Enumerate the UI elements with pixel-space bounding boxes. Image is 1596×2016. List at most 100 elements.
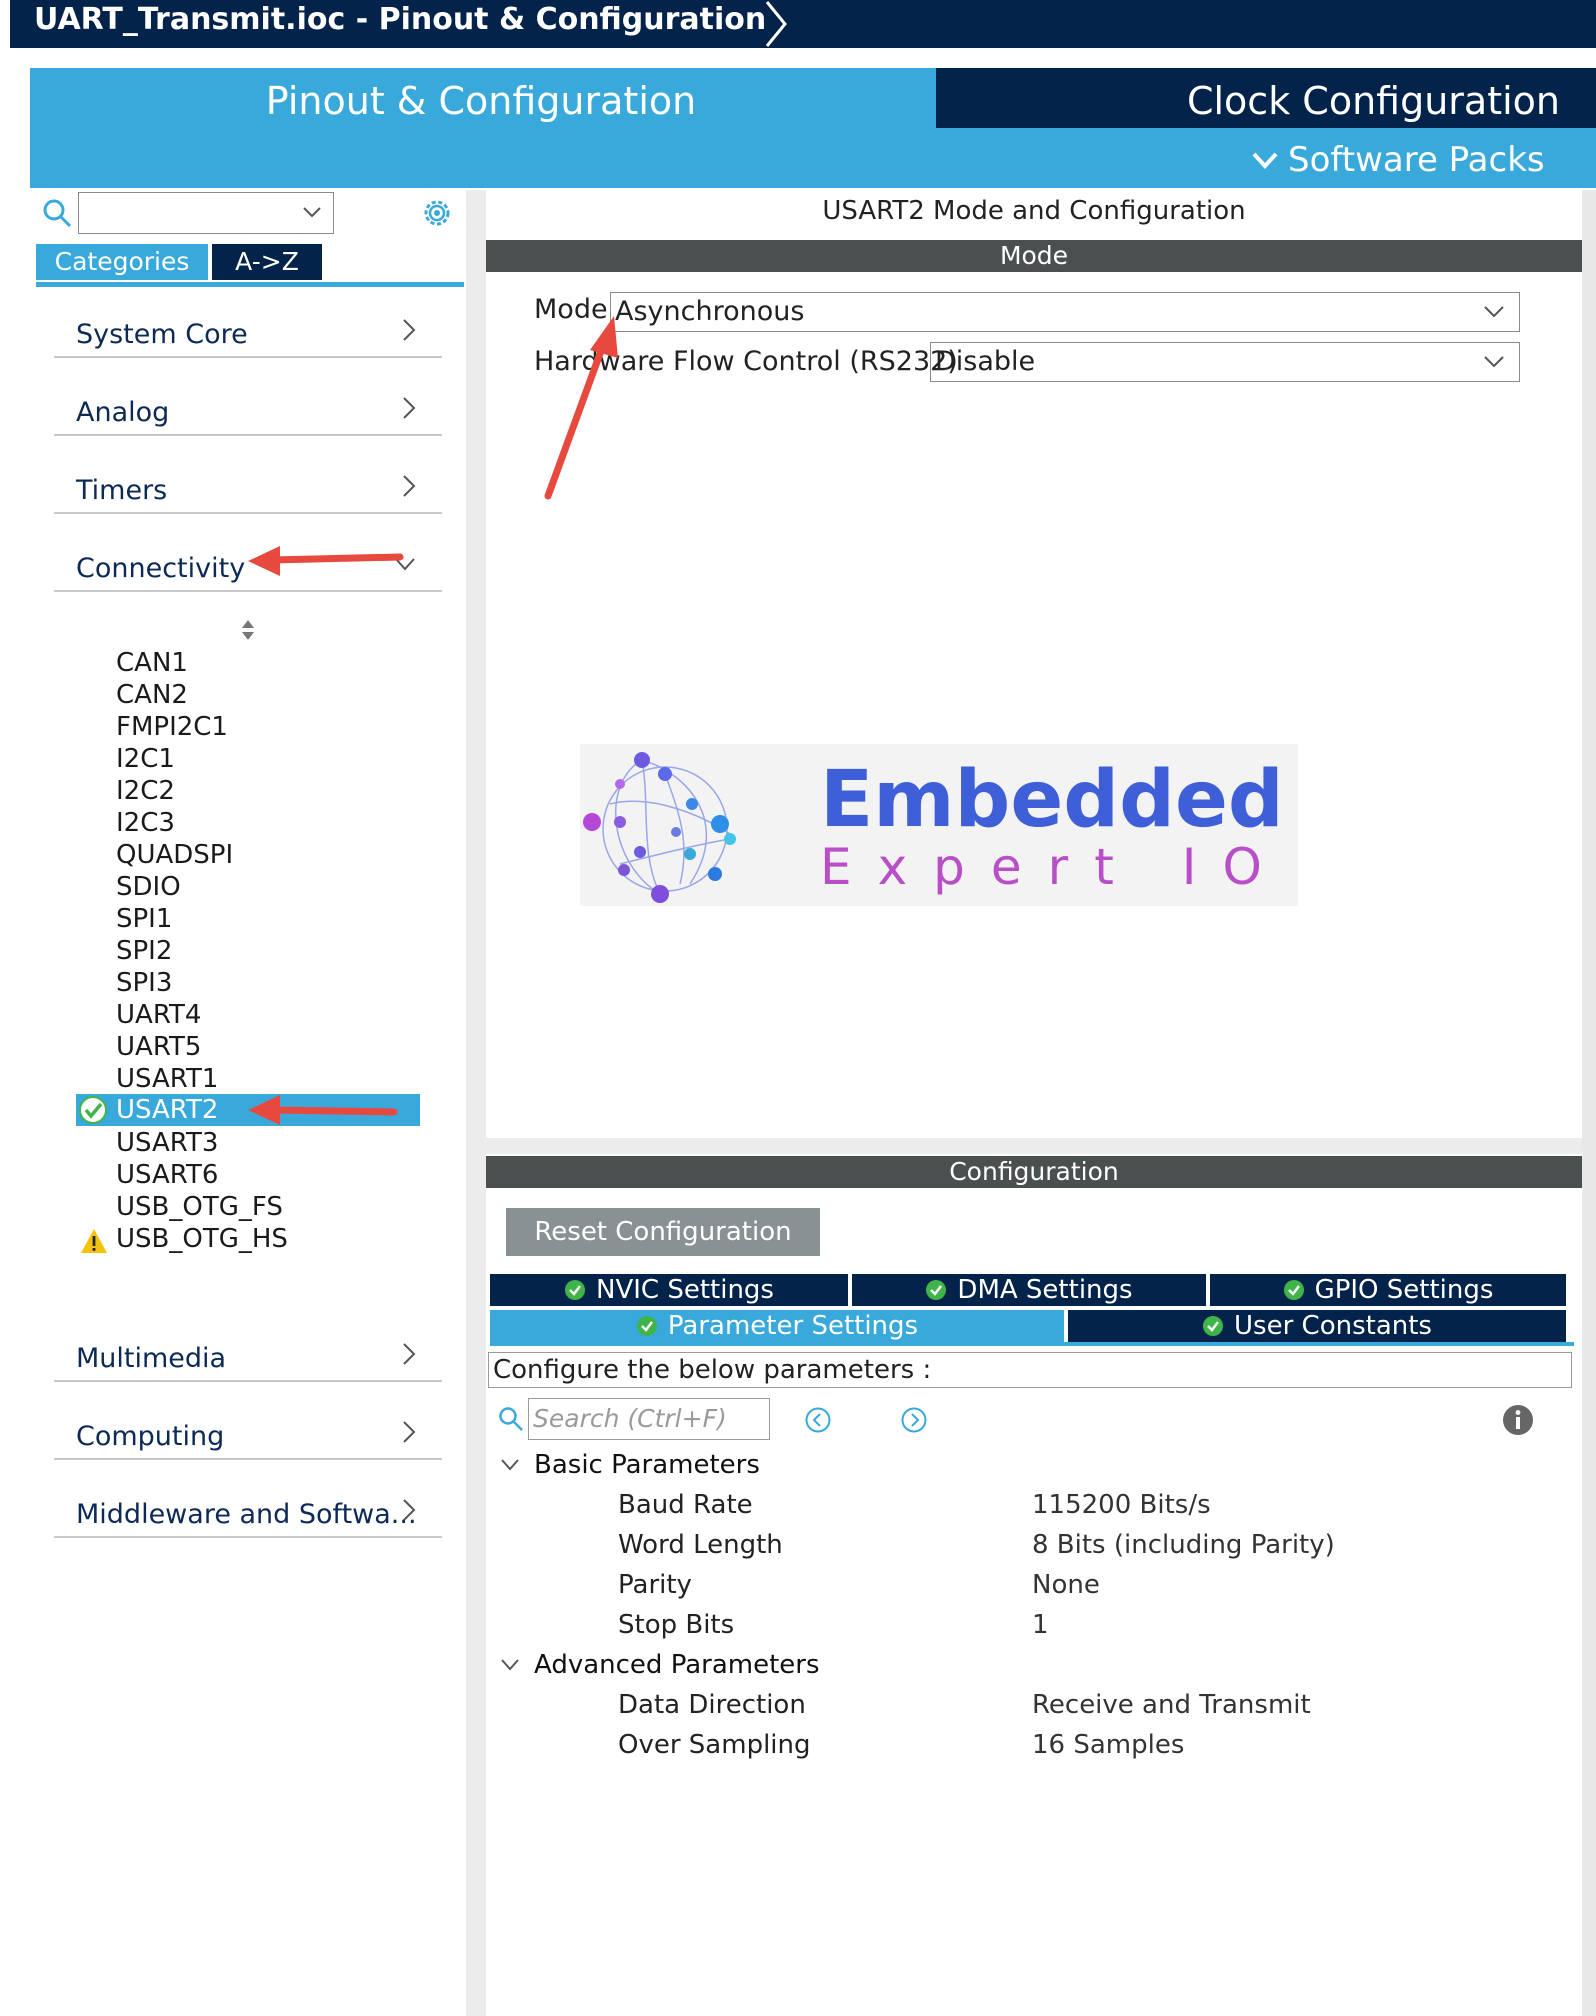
search-input[interactable] <box>78 192 334 234</box>
next-match-icon[interactable] <box>900 1406 928 1434</box>
peripheral-i2c2[interactable]: I2C2 <box>116 776 175 806</box>
peripheral-i2c3[interactable]: I2C3 <box>116 808 175 838</box>
breadcrumb[interactable]: UART_Transmit.ioc - Pinout & Configurati… <box>34 0 766 48</box>
tab-label: GPIO Settings <box>1314 1275 1494 1305</box>
category-label: System Core <box>76 319 248 350</box>
logo-line1: Embedded <box>820 755 1284 845</box>
category-system-core[interactable]: System Core <box>54 302 442 358</box>
tab-gpio-settings[interactable]: GPIO Settings <box>1210 1274 1566 1306</box>
mode-select-value: Asynchronous <box>615 296 805 327</box>
tab-label: Parameter Settings <box>667 1311 919 1341</box>
param-value[interactable]: Receive and Transmit <box>1032 1690 1311 1720</box>
peripheral-spi2[interactable]: SPI2 <box>116 936 172 966</box>
param-value[interactable]: 8 Bits (including Parity) <box>1032 1530 1335 1560</box>
check-icon <box>636 1316 657 1336</box>
category-label: Middleware and Softwa... <box>76 1499 417 1530</box>
param-value[interactable]: None <box>1032 1570 1100 1600</box>
peripheral-usb-otg-fs[interactable]: USB_OTG_FS <box>116 1192 283 1222</box>
categories-button[interactable]: Categories <box>36 244 208 280</box>
category-middleware[interactable]: Middleware and Softwa... <box>54 1482 442 1538</box>
mode-select[interactable]: Asynchronous <box>610 292 1520 332</box>
tab-label: User Constants <box>1234 1311 1432 1341</box>
mode-title: USART2 Mode and Configuration <box>822 196 1246 226</box>
param-value[interactable]: 16 Samples <box>1032 1730 1184 1760</box>
param-value[interactable]: 115200 Bits/s <box>1032 1490 1211 1520</box>
param-value[interactable]: 1 <box>1032 1610 1049 1640</box>
category-label: Multimedia <box>76 1343 227 1374</box>
category-timers[interactable]: Timers <box>54 458 442 514</box>
panel-divider-horizontal[interactable] <box>486 1138 1582 1154</box>
info-icon[interactable] <box>1502 1404 1534 1436</box>
peripheral-usart6[interactable]: USART6 <box>116 1160 218 1190</box>
category-multimedia[interactable]: Multimedia <box>54 1326 442 1382</box>
group-basic-parameters[interactable]: Basic Parameters <box>534 1450 760 1480</box>
peripheral-usart3[interactable]: USART3 <box>116 1128 218 1158</box>
sort-icon[interactable] <box>240 618 256 642</box>
parameter-search-input[interactable]: Search (Ctrl+F) <box>528 1398 770 1440</box>
category-analog[interactable]: Analog <box>54 380 442 436</box>
peripheral-sdio[interactable]: SDIO <box>116 872 181 902</box>
param-name: Parity <box>618 1570 692 1600</box>
tab-nvic-settings[interactable]: NVIC Settings <box>490 1274 848 1306</box>
previous-match-icon[interactable] <box>804 1406 832 1434</box>
mode-label: Mode <box>534 294 608 325</box>
peripheral-i2c1[interactable]: I2C1 <box>116 744 175 774</box>
a-to-z-button[interactable]: A->Z <box>212 244 322 280</box>
category-computing[interactable]: Computing <box>54 1404 442 1460</box>
chevron-down-icon <box>1484 306 1504 318</box>
panel-divider[interactable] <box>466 190 486 2016</box>
software-packs-menu[interactable]: Software Packs <box>1250 136 1545 184</box>
peripheral-usb-otg-hs[interactable]: USB_OTG_HS <box>116 1224 288 1254</box>
chevron-down-icon <box>303 207 321 218</box>
peripheral-spi1[interactable]: SPI1 <box>116 904 172 934</box>
chevron-down-icon[interactable] <box>500 1458 520 1472</box>
peripheral-spi3[interactable]: SPI3 <box>116 968 172 998</box>
check-icon <box>79 1096 107 1124</box>
chevron-down-icon <box>395 558 415 571</box>
chevron-right-icon <box>403 397 416 419</box>
reset-configuration-button[interactable]: Reset Configuration <box>506 1208 820 1256</box>
tab-parameter-settings[interactable]: Parameter Settings <box>490 1310 1064 1342</box>
tab-user-constants[interactable]: User Constants <box>1068 1310 1566 1342</box>
hardware-flow-control-label: Hardware Flow Control (RS232) <box>534 346 958 377</box>
tab-pinout-configuration[interactable]: Pinout & Configuration <box>30 68 932 128</box>
check-icon <box>1203 1316 1224 1336</box>
scrollbar[interactable] <box>1582 190 1596 2016</box>
mode-section-header: Mode <box>486 240 1582 272</box>
peripheral-usart2[interactable]: USART2 <box>116 1095 218 1125</box>
peripheral-uart5[interactable]: UART5 <box>116 1032 201 1062</box>
group-advanced-parameters[interactable]: Advanced Parameters <box>534 1650 820 1680</box>
peripheral-usart1[interactable]: USART1 <box>116 1064 218 1094</box>
param-name: Over Sampling <box>618 1730 811 1760</box>
peripheral-can2[interactable]: CAN2 <box>116 680 188 710</box>
chevron-down-icon <box>1252 152 1278 169</box>
configuration-description: Configure the below parameters : <box>488 1352 1572 1388</box>
param-name: Data Direction <box>618 1690 806 1720</box>
logo-line2: Expert IO <box>820 838 1288 896</box>
category-label: Timers <box>76 475 168 506</box>
chevron-right-icon <box>403 319 416 341</box>
peripheral-quadspi[interactable]: QUADSPI <box>116 840 233 870</box>
category-label: Analog <box>76 397 170 428</box>
software-packs-label: Software Packs <box>1288 140 1545 180</box>
peripheral-fmpi2c1[interactable]: FMPI2C1 <box>116 712 228 742</box>
chevron-down-icon[interactable] <box>500 1658 520 1672</box>
tab-dma-settings[interactable]: DMA Settings <box>852 1274 1206 1306</box>
chevron-right-icon <box>403 1343 416 1365</box>
peripheral-uart4[interactable]: UART4 <box>116 1000 201 1030</box>
search-icon <box>499 1407 523 1431</box>
param-name: Stop Bits <box>618 1610 735 1640</box>
chevron-down-icon <box>1484 356 1504 368</box>
tab-clock-configuration[interactable]: Clock Configuration <box>936 68 1596 128</box>
peripheral-can1[interactable]: CAN1 <box>116 648 188 678</box>
categories-underline <box>36 282 464 287</box>
configuration-section-header: Configuration <box>486 1156 1582 1188</box>
gear-icon[interactable] <box>420 196 454 230</box>
tab-underline <box>490 1342 1574 1346</box>
param-name: Baud Rate <box>618 1490 753 1520</box>
hardware-flow-control-select[interactable]: Disable <box>930 342 1520 382</box>
search-icon <box>43 199 72 228</box>
tab-label: DMA Settings <box>957 1275 1133 1305</box>
category-connectivity[interactable]: Connectivity <box>54 536 442 592</box>
check-icon <box>565 1280 586 1300</box>
